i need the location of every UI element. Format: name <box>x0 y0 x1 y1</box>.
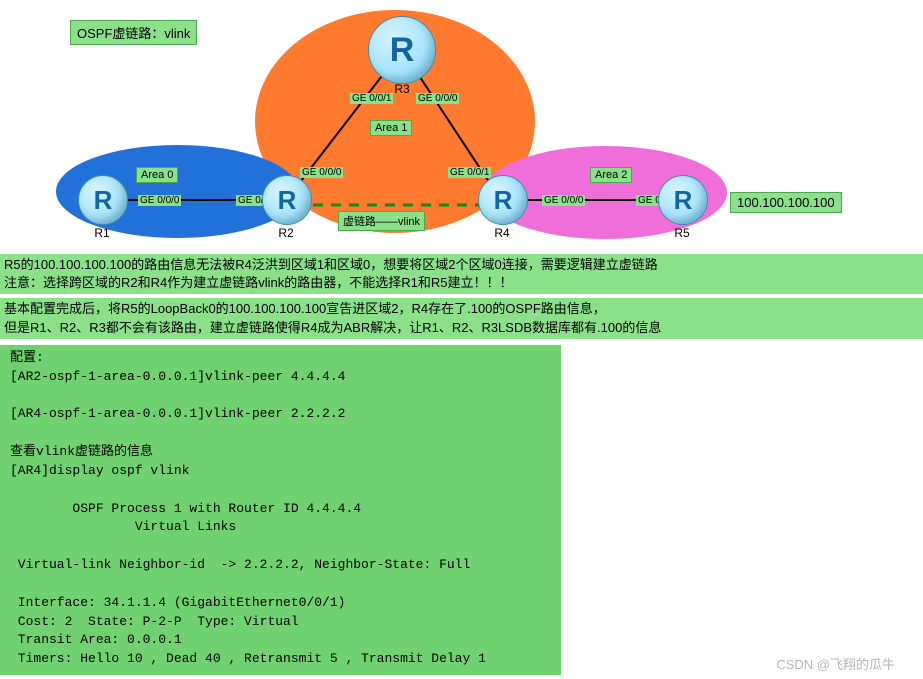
diagram-title: OSPF虚链路：vlink <box>70 20 197 45</box>
router-r3-label: R3 <box>378 82 426 96</box>
area2-label: Area 2 <box>590 167 632 183</box>
router-r4-icon: R <box>478 175 528 225</box>
router-r2-icon: R <box>262 175 312 225</box>
port-r2-ne: GE 0/0/0 <box>300 167 343 178</box>
note1-line2: 注意：选择跨区域的R2和R4作为建立虚链路vlink的路由器，不能选择R1和R5… <box>4 275 512 290</box>
watermark: CSDN @飞翔的瓜牛 <box>776 654 895 673</box>
network-diagram: OSPF虚链路：vlink Area 0 Area 1 Area 2 GE 0/… <box>0 0 923 250</box>
router-r1-label: R1 <box>78 226 126 240</box>
note2-line2: 但是R1、R2、R3都不会有该路由，建立虚链路使得R4成为ABR解决，让R1、R… <box>4 320 661 335</box>
router-r5-icon: R <box>658 175 708 225</box>
config-output: 配置: [AR2-ospf-1-area-0.0.0.1]vlink-peer … <box>0 345 561 675</box>
port-r4-nw: GE 0/0/1 <box>448 167 491 178</box>
note-block-2: 基本配置完成后，将R5的LoopBack0的100.100.100.100宣告进… <box>0 298 923 338</box>
port-r4-e: GE 0/0/0 <box>542 195 585 206</box>
router-r1-icon: R <box>78 175 128 225</box>
area1-label: Area 1 <box>370 120 412 136</box>
router-r4-label: R4 <box>478 226 526 240</box>
loopback-address: 100.100.100.100 <box>730 192 842 213</box>
note2-line1: 基本配置完成后，将R5的LoopBack0的100.100.100.100宣告进… <box>4 301 606 316</box>
port-r1-e: GE 0/0/0 <box>138 195 181 206</box>
router-r5-label: R5 <box>658 226 706 240</box>
note1-line1: R5的100.100.100.100的路由信息无法被R4泛洪到区域1和区域0，想… <box>4 257 658 272</box>
router-r2-label: R2 <box>262 226 310 240</box>
vlink-label: 虚链路——vlink <box>338 211 425 231</box>
router-r3-icon: R <box>368 16 436 84</box>
note-block-1: R5的100.100.100.100的路由信息无法被R4泛洪到区域1和区域0，想… <box>0 254 923 294</box>
area0-label: Area 0 <box>136 167 178 183</box>
